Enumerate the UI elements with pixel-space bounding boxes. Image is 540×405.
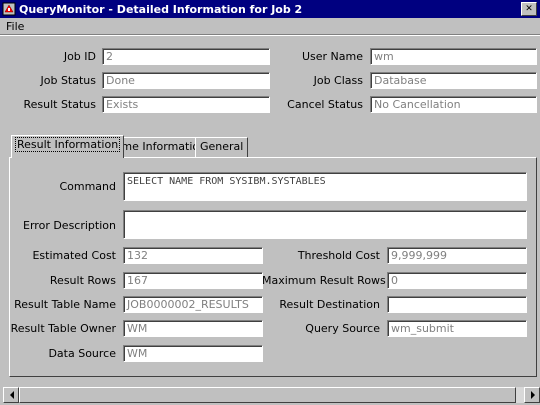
threshold-cost-field[interactable]: 9,999,999 xyxy=(387,247,527,264)
result-status-label: Result Status xyxy=(23,98,96,111)
maximum-result-rows-field[interactable]: 0 xyxy=(387,272,527,289)
data-source-label: Data Source xyxy=(48,347,116,360)
maximum-result-rows-label: Maximum Result Rows xyxy=(262,274,386,287)
job-class-field[interactable]: Database xyxy=(370,72,537,89)
query-source-field[interactable]: wm_submit xyxy=(387,320,527,337)
menu-separator xyxy=(0,34,540,36)
result-table-owner-label: Result Table Owner xyxy=(10,322,116,335)
job-status-label: Job Status xyxy=(40,74,96,87)
threshold-cost-label: Threshold Cost xyxy=(297,249,380,262)
result-table-owner-field[interactable]: WM xyxy=(123,320,263,337)
user-name-label: User Name xyxy=(301,50,363,63)
title-bar[interactable]: QueryMonitor - Detailed Information for … xyxy=(0,0,540,18)
cancel-status-field[interactable]: No Cancellation xyxy=(370,96,537,113)
arrow-right-icon xyxy=(531,391,535,399)
tab-general[interactable]: General xyxy=(195,137,249,157)
scroll-thumb[interactable] xyxy=(19,387,516,403)
close-button[interactable]: ✕ xyxy=(521,2,537,16)
horizontal-scrollbar[interactable] xyxy=(3,387,540,403)
error-description-label: Error Description xyxy=(23,219,116,232)
job-id-label: Job ID xyxy=(63,50,96,63)
result-status-field[interactable]: Exists xyxy=(102,96,270,113)
menu-file[interactable]: File xyxy=(0,20,30,33)
command-label: Command xyxy=(59,180,116,193)
estimated-cost-label: Estimated Cost xyxy=(32,249,116,262)
tab-label: Time Information xyxy=(112,140,207,153)
scroll-left-button[interactable] xyxy=(3,387,19,403)
job-class-label: Job Class xyxy=(313,74,363,87)
close-icon: ✕ xyxy=(525,4,533,14)
querymonitor-app-icon[interactable] xyxy=(2,2,16,16)
cancel-status-label: Cancel Status xyxy=(287,98,363,111)
result-table-name-label: Result Table Name xyxy=(14,298,116,311)
result-rows-label: Result Rows xyxy=(49,274,116,287)
scroll-right-button[interactable] xyxy=(524,387,540,403)
tab-label: Result Information xyxy=(14,137,121,152)
data-source-field[interactable]: WM xyxy=(123,345,263,362)
result-rows-field[interactable]: 167 xyxy=(123,272,263,289)
error-description-textarea[interactable] xyxy=(123,210,527,239)
arrow-left-icon xyxy=(10,391,14,399)
job-status-field[interactable]: Done xyxy=(102,72,270,89)
result-table-name-field[interactable]: JOB0000002_RESULTS xyxy=(123,296,263,313)
query-source-label: Query Source xyxy=(305,322,380,335)
window-title: QueryMonitor - Detailed Information for … xyxy=(19,2,303,16)
estimated-cost-field[interactable]: 132 xyxy=(123,247,263,264)
result-destination-label: Result Destination xyxy=(279,298,380,311)
command-textarea[interactable]: SELECT NAME FROM SYSIBM.SYSTABLES xyxy=(123,172,527,201)
menu-bar: File xyxy=(0,18,540,34)
job-id-field[interactable]: 2 xyxy=(102,48,270,65)
tab-result-information[interactable]: Result Information xyxy=(11,135,125,158)
result-destination-field[interactable] xyxy=(387,296,527,313)
tab-label: General xyxy=(200,140,244,153)
user-name-field[interactable]: wm xyxy=(370,48,537,65)
